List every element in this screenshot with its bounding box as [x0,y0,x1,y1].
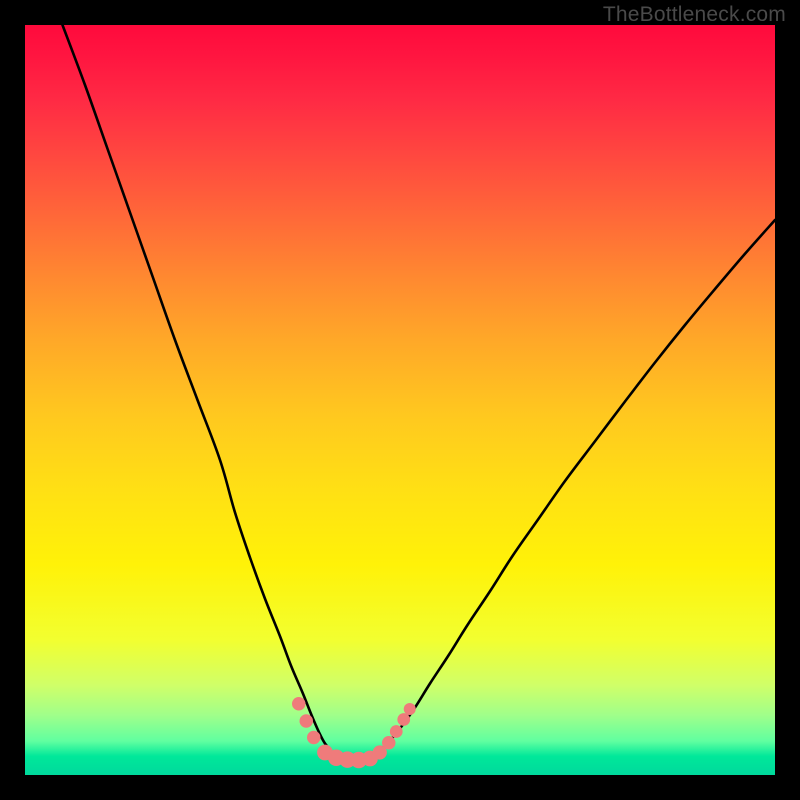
marker-point [397,713,410,726]
marker-point [292,697,306,711]
curve-left-curve [63,25,356,760]
marker-point [382,736,396,750]
chart-frame: TheBottleneck.com [0,0,800,800]
marker-point [404,703,416,715]
marker-point [390,725,403,738]
plot-area [25,25,775,775]
marker-point [300,714,314,728]
marker-point [307,731,321,745]
curve-right-curve [355,220,775,760]
watermark-text: TheBottleneck.com [603,3,786,27]
chart-svg [25,25,775,775]
